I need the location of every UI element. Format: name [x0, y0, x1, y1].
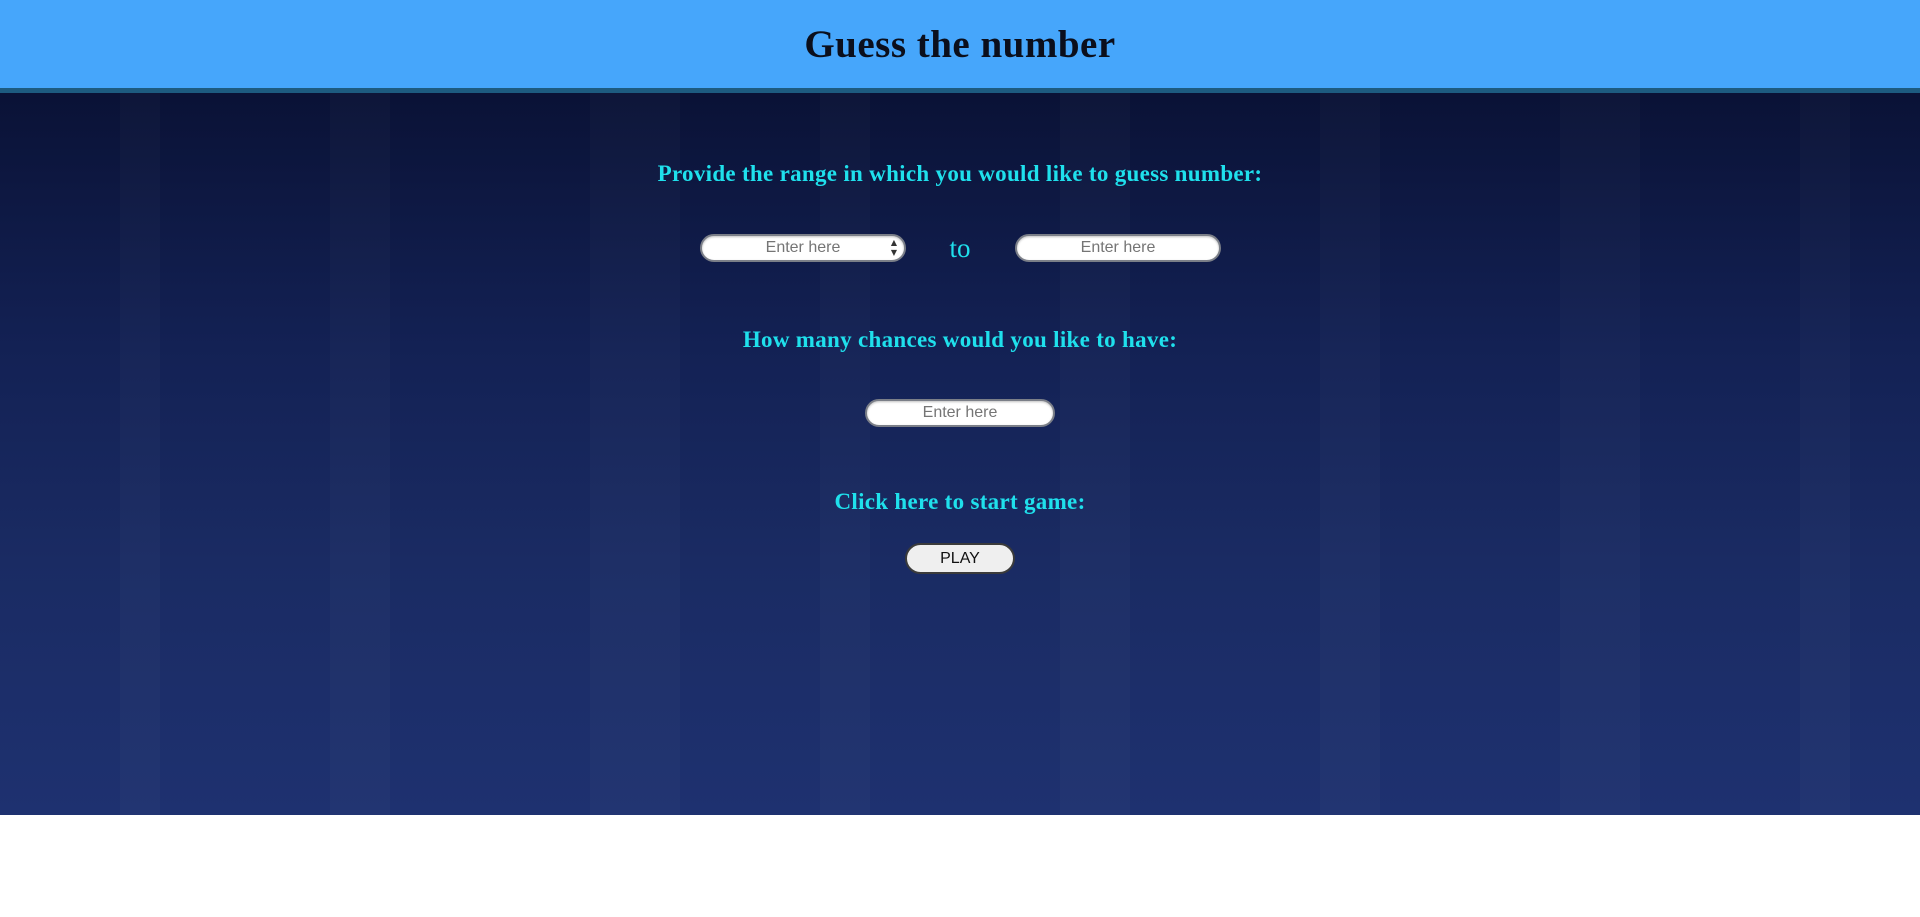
- number-spinner-icon[interactable]: ▲ ▼: [887, 238, 901, 258]
- wood-texture: [1320, 93, 1380, 815]
- game-setup-panel: Provide the range in which you would lik…: [0, 93, 1920, 815]
- wood-texture: [820, 93, 870, 815]
- range-to-label: to: [949, 233, 971, 263]
- wood-texture: [330, 93, 390, 815]
- page-header: Guess the number: [0, 0, 1920, 93]
- wood-texture: [1560, 93, 1640, 815]
- play-button[interactable]: PLAY: [905, 543, 1015, 574]
- wood-texture: [120, 93, 160, 815]
- page-title: Guess the number: [804, 23, 1116, 66]
- chances-prompt: How many chances would you like to have:: [742, 327, 1178, 352]
- chances-input[interactable]: [865, 399, 1055, 427]
- start-prompt: Click here to start game:: [834, 489, 1086, 514]
- range-prompt: Provide the range in which you would lik…: [657, 161, 1263, 186]
- wood-texture: [1800, 93, 1850, 815]
- wood-texture: [590, 93, 680, 815]
- range-to-input[interactable]: [1015, 234, 1221, 262]
- range-from-input[interactable]: [700, 234, 906, 262]
- wood-texture: [1060, 93, 1130, 815]
